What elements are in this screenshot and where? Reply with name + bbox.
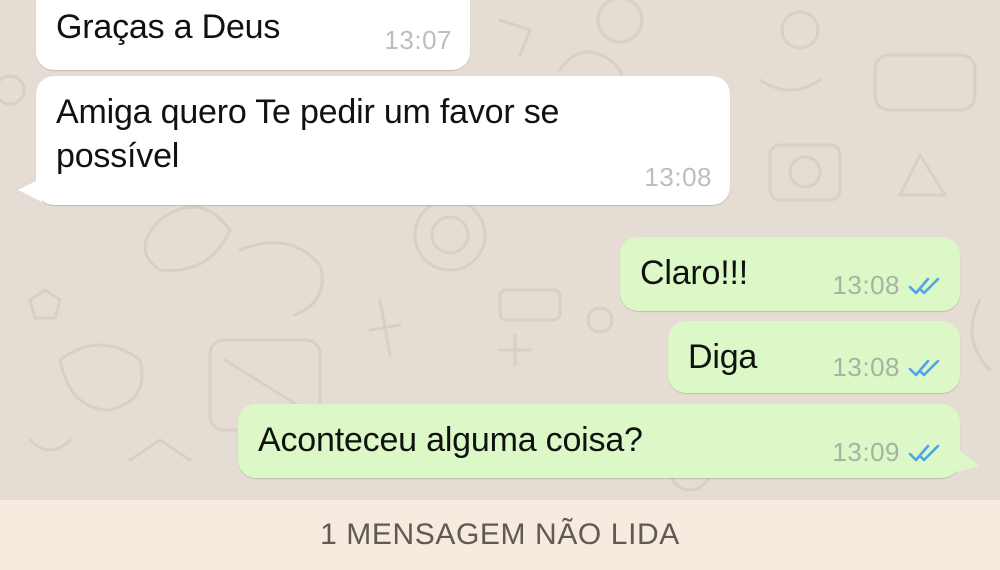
outgoing-message-bubble[interactable]: Diga 13:08 — [668, 321, 960, 393]
message-time: 13:08 — [644, 162, 712, 192]
message-time: 13:08 — [832, 352, 900, 382]
message-meta: 13:07 — [384, 25, 452, 56]
incoming-message-bubble[interactable]: Graças a Deus 13:07 — [36, 0, 470, 70]
read-double-check-icon — [908, 277, 940, 294]
incoming-bubble-tail — [18, 178, 42, 202]
outgoing-message-bubble[interactable]: Aconteceu alguma coisa? 13:09 — [238, 404, 960, 478]
chat-message-list[interactable]: Graças a Deus 13:07 Amiga quero Te pedir… — [0, 0, 1000, 500]
message-text-line-2: possível — [56, 137, 180, 175]
outgoing-message-bubble[interactable]: Claro!!! 13:08 — [620, 237, 960, 311]
read-double-check-icon — [908, 444, 940, 461]
message-meta: 13:08 — [832, 270, 942, 301]
message-meta: 13:08 — [832, 352, 942, 383]
read-double-check-icon — [908, 359, 940, 376]
outgoing-bubble-tail — [956, 448, 980, 472]
unread-messages-label: 1 MENSAGEM NÃO LIDA — [320, 518, 680, 551]
message-time: 13:07 — [384, 25, 452, 55]
message-time: 13:09 — [832, 437, 900, 467]
message-time: 13:08 — [832, 270, 900, 300]
message-meta: 13:08 — [644, 162, 712, 193]
unread-messages-banner: 1 MENSAGEM NÃO LIDA — [0, 500, 1000, 570]
message-meta: 13:09 — [832, 437, 942, 468]
message-text-line-1: Amiga quero Te pedir um favor se — [56, 93, 560, 131]
incoming-message-bubble[interactable]: Amiga quero Te pedir um favor se possíve… — [36, 76, 730, 205]
